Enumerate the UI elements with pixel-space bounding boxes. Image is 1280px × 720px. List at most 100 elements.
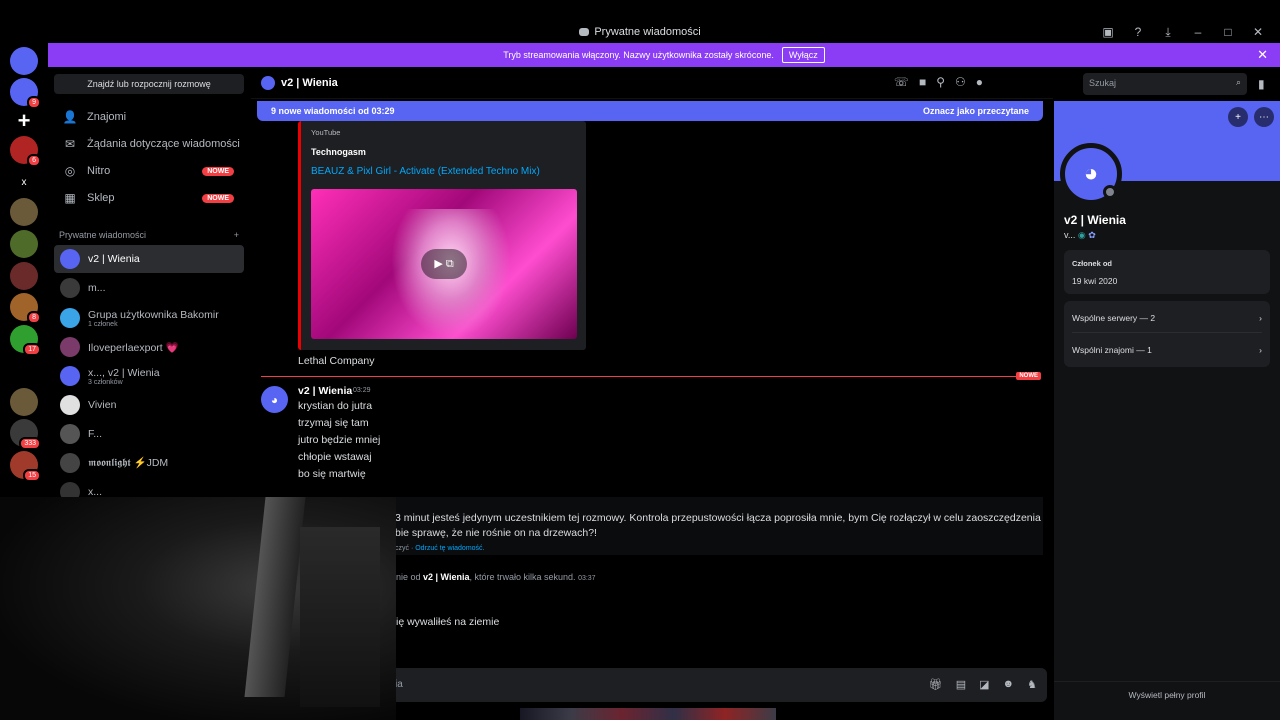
streamer-mode-banner: Tryb streamowania włączony. Nazwy użytko…: [48, 43, 1280, 67]
dm-item[interactable]: Vivien: [54, 391, 244, 419]
message-line: bo się martwię: [298, 468, 366, 480]
dm-item[interactable]: Grupa użytkownika Bakomir 1 członek: [54, 304, 244, 332]
dm-item[interactable]: v2 | Wienia: [54, 245, 244, 273]
dm-name: x..., v2 | Wienia: [88, 366, 160, 379]
avatar: [60, 453, 80, 473]
voice-call-icon[interactable]: ☏: [894, 75, 909, 89]
server-icon[interactable]: [10, 198, 38, 226]
dm-name: Iloveperlaexport 💗: [88, 341, 179, 354]
video-call-icon[interactable]: ■: [919, 75, 926, 89]
download-icon[interactable]: ⤓: [1160, 24, 1176, 40]
pin-icon[interactable]: ⚲: [936, 75, 945, 89]
dismiss-message-link[interactable]: Odrzuć tę wiadomość.: [415, 545, 484, 552]
chat-header: v2 | Wienia ☏ ■ ⚲ ⚇ ●: [251, 67, 1053, 99]
server-icon[interactable]: 9: [10, 78, 41, 109]
search-icon: ⌕: [1235, 77, 1241, 87]
server-icon[interactable]: 8: [10, 293, 41, 324]
server-icon[interactable]: [10, 230, 38, 258]
embed-title-link[interactable]: BEAUZ & Pixl Girl - Activate (Extended T…: [311, 166, 540, 177]
add-dm-icon[interactable]: +: [234, 230, 239, 240]
maximize-icon[interactable]: □: [1220, 24, 1236, 40]
youtube-embed: YouTube Technogasm BEAUZ & Pixl Girl - A…: [298, 121, 586, 350]
mutual-servers-row[interactable]: Wspólne serwery — 2 ›: [1072, 303, 1262, 333]
add-friend-icon[interactable]: +: [1228, 107, 1248, 127]
sticker-icon[interactable]: ◪: [979, 678, 989, 691]
dm-item[interactable]: m...: [54, 274, 244, 302]
webcam-shape: [300, 527, 380, 707]
dm-name: m...: [88, 282, 106, 294]
server-icon[interactable]: [10, 47, 38, 75]
user-profile-icon[interactable]: ●: [976, 75, 983, 89]
emoji-icon[interactable]: ☻: [1003, 678, 1015, 691]
server-icon[interactable]: 6: [10, 136, 41, 167]
search-input[interactable]: Szukaj ⌕: [1083, 73, 1247, 95]
chevron-right-icon: ›: [1259, 345, 1262, 355]
add-friends-icon[interactable]: ⚇: [955, 75, 966, 89]
mutuals-card: Wspólne serwery — 2 › Wspólni znajomi — 1…: [1064, 301, 1270, 367]
nav-friends[interactable]: 👤 Znajomi: [54, 104, 244, 130]
friends-icon: 👤: [62, 110, 78, 124]
title-bar: Prywatne wiadomości ▣ ? ⤓ – □ ✕: [0, 22, 1280, 42]
disable-streamer-button[interactable]: Wyłącz: [781, 47, 825, 63]
server-icon[interactable]: 333: [10, 419, 41, 450]
unread-badge: 17: [23, 343, 41, 356]
nav-shop[interactable]: ▦ Sklep NOWE: [54, 185, 244, 211]
discord-logo-icon: ◕: [270, 392, 279, 407]
badge-icon[interactable]: ✿: [1088, 230, 1096, 240]
dm-item[interactable]: Iloveperlaexport 💗: [54, 333, 244, 361]
minimize-icon[interactable]: –: [1190, 24, 1206, 40]
dm-item[interactable]: F...: [54, 420, 244, 448]
server-icon[interactable]: x: [10, 168, 38, 196]
new-messages-bar[interactable]: 9 nowe wiadomości od 03:29 Oznacz jako p…: [257, 101, 1043, 121]
dm-name: 𝖒𝖔𝖔𝖓𝖑𝖎𝖌𝖍𝖙 ⚡JDM: [88, 457, 169, 469]
server-icon[interactable]: 17: [10, 325, 41, 356]
discord-icon: [579, 28, 590, 36]
mark-read-button[interactable]: Oznacz jako przeczytane: [923, 106, 1029, 116]
server-icon[interactable]: +: [10, 107, 38, 135]
status-indicator: [1103, 185, 1117, 199]
inbox-icon[interactable]: ▮: [1258, 77, 1265, 91]
view-full-profile-link[interactable]: Wyświetl pełny profil: [1054, 681, 1280, 700]
message-line: chłopie wstawaj: [298, 451, 372, 463]
close-icon[interactable]: ✕: [1250, 24, 1266, 40]
mutual-friends-row[interactable]: Wspólni znajomi — 1 ›: [1072, 335, 1262, 365]
at-icon: [261, 75, 275, 90]
video-thumbnail[interactable]: ▶ ⧉: [311, 189, 577, 339]
chat-title: v2 | Wienia: [281, 76, 338, 89]
dm-name: Grupa użytkownika Bakomir: [88, 308, 219, 321]
new-badge: NOWE: [202, 166, 234, 176]
discord-logo-icon: ◕: [1083, 160, 1099, 187]
screen-share-icon[interactable]: ▣: [1100, 24, 1116, 40]
dm-item[interactable]: 𝖒𝖔𝖔𝖓𝖑𝖎𝖌𝖍𝖙 ⚡JDM: [54, 449, 244, 477]
unread-badge: 15: [23, 469, 41, 482]
dm-item[interactable]: x..., v2 | Wienia 3 członków: [54, 362, 244, 390]
new-divider-badge: NOWE: [1016, 372, 1041, 380]
message-line: jutro będzie mniej: [298, 434, 381, 446]
server-icon[interactable]: 15: [10, 451, 41, 482]
help-icon[interactable]: ?: [1130, 24, 1146, 40]
activity-icon[interactable]: ♞: [1027, 678, 1037, 691]
unread-badge: 6: [27, 154, 41, 167]
find-conversation-button[interactable]: Znajdź lub rozpocznij rozmowę: [54, 74, 244, 94]
dm-member-count: 1 członek: [88, 320, 118, 328]
composer-placeholder: ia: [395, 679, 403, 690]
server-icon[interactable]: [10, 388, 38, 416]
profile-name: v2 | Wienia: [1064, 213, 1126, 227]
mail-icon: ✉: [64, 137, 76, 151]
embed-author[interactable]: Technogasm: [311, 147, 366, 157]
message-timestamp: 03:29: [353, 387, 371, 394]
gif-icon[interactable]: ▤: [956, 678, 966, 691]
avatar: [60, 337, 80, 357]
nav-message-requests[interactable]: ✉ Żądania dotyczące wiadomości: [54, 131, 244, 157]
message-author[interactable]: v2 | Wienia: [298, 385, 352, 397]
gift-icon[interactable]: 🎁︎: [929, 678, 943, 691]
banner-close-icon[interactable]: ✕: [1257, 47, 1268, 63]
server-icon[interactable]: [10, 262, 38, 290]
play-icon[interactable]: ▶ ⧉: [421, 249, 467, 279]
more-options-icon[interactable]: ⋯: [1254, 107, 1274, 127]
nav-nitro[interactable]: ◎ Nitro NOWE: [54, 158, 244, 184]
badge-icon[interactable]: ◉: [1078, 230, 1086, 240]
avatar[interactable]: ◕: [261, 386, 288, 413]
profile-panel: + ⋯ ◕ v2 | Wienia v... ◉ ✿ Członek od 19…: [1054, 101, 1280, 720]
server-icon[interactable]: [10, 359, 38, 387]
